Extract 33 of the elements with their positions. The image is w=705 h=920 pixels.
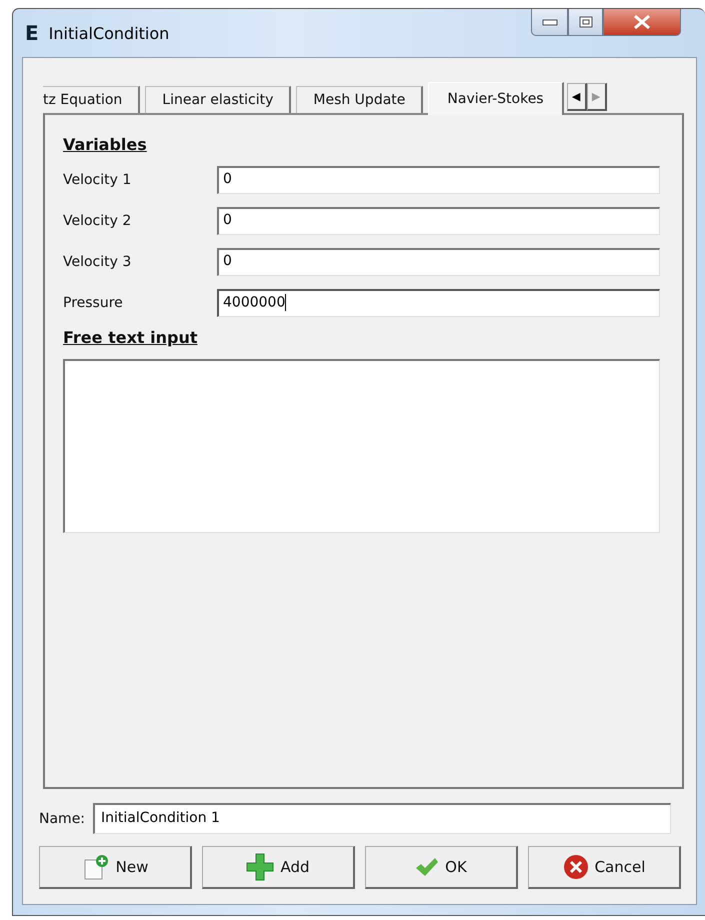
input-field[interactable]: 0: [217, 248, 660, 276]
input-field[interactable]: 0: [217, 166, 660, 194]
minimize-button[interactable]: [531, 9, 568, 36]
close-button[interactable]: [603, 9, 681, 36]
cancel-button[interactable]: Cancel: [528, 846, 681, 889]
ok-button[interactable]: OK: [365, 846, 518, 889]
maximize-button[interactable]: [568, 9, 603, 36]
cancel-icon: [562, 854, 589, 880]
tab[interactable]: Linear elasticity: [145, 86, 292, 113]
tab[interactable]: tz Equation: [43, 86, 140, 113]
scroll-left-button[interactable]: ◀: [566, 83, 587, 111]
app-logo: E: [25, 21, 39, 45]
field-label: Pressure: [63, 295, 124, 311]
name-field[interactable]: InitialCondition 1: [93, 803, 672, 834]
field-label: Velocity 3: [63, 254, 132, 270]
name-label: Name:: [39, 810, 86, 826]
close-icon: [633, 14, 651, 28]
minimize-icon: [542, 18, 558, 26]
new-document-icon: [82, 854, 110, 880]
input-field[interactable]: 4000000: [217, 289, 660, 317]
tab[interactable]: Mesh Update: [296, 86, 424, 113]
input-field[interactable]: 0: [217, 207, 660, 235]
add-button[interactable]: Add: [202, 846, 355, 889]
new-button[interactable]: New: [39, 846, 192, 889]
tab[interactable]: Navier-Stokes: [428, 82, 564, 115]
section-heading: Variables: [63, 135, 148, 154]
field-label: Velocity 2: [63, 213, 132, 229]
section-heading: Free text input: [63, 328, 198, 347]
window-title: InitialCondition: [48, 24, 170, 42]
field-label: Velocity 1: [63, 172, 132, 188]
checkmark-icon: [415, 857, 440, 877]
plus-icon: [246, 853, 274, 881]
maximize-icon: [578, 16, 592, 28]
